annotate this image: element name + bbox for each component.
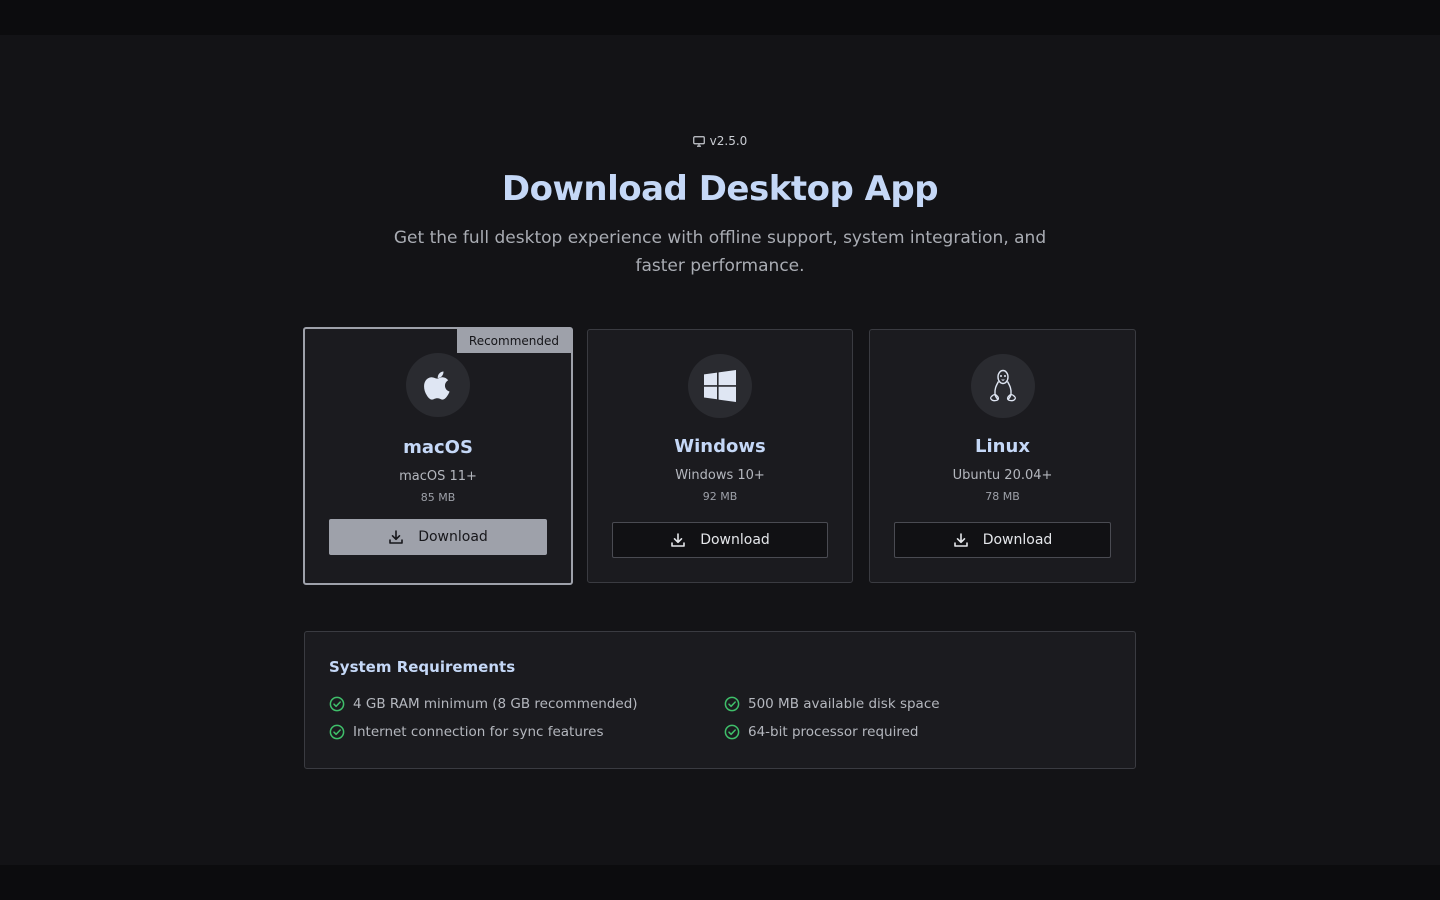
platform-card-windows: Windows Windows 10+ 92 MB Download — [587, 329, 853, 583]
requirement-text: 4 GB RAM minimum (8 GB recommended) — [353, 696, 638, 712]
version-text: v2.5.0 — [709, 134, 748, 148]
requirement-text: Internet connection for sync features — [353, 724, 604, 740]
download-button-label: Download — [700, 532, 770, 548]
main-content: v2.5.0 Download Desktop App Get the full… — [0, 35, 1440, 865]
platform-name: Windows — [674, 436, 766, 457]
platform-card-linux: Linux Ubuntu 20.04+ 78 MB Download — [869, 329, 1136, 583]
page-title: Download Desktop App — [501, 169, 939, 209]
platform-size: 85 MB — [420, 491, 456, 504]
platform-name: Linux — [975, 436, 1030, 457]
download-icon — [389, 530, 404, 544]
page-subtitle: Get the full desktop experience with off… — [393, 228, 1047, 276]
requirement-item: 64-bit processor required — [724, 724, 919, 740]
check-circle-icon — [329, 724, 345, 740]
requirement-item: 4 GB RAM minimum (8 GB recommended) — [329, 696, 638, 712]
download-icon — [953, 533, 968, 547]
windows-icon — [688, 354, 752, 418]
download-button-label: Download — [418, 529, 488, 545]
linux-icon — [970, 354, 1035, 418]
requirement-item: 500 MB available disk space — [724, 696, 940, 712]
download-button-macos[interactable]: Download — [329, 519, 547, 555]
platform-card-macos: Recommended macOS macOS 11+ 85 MB Downlo… — [303, 327, 573, 585]
version-label: v2.5.0 — [0, 133, 1440, 149]
requirement-item: Internet connection for sync features — [329, 724, 604, 740]
monitor-icon — [692, 135, 705, 147]
platform-size: 78 MB — [985, 490, 1020, 503]
platform-requirement: macOS 11+ — [399, 469, 477, 484]
bottom-bar — [0, 865, 1440, 900]
check-circle-icon — [724, 724, 740, 740]
download-button-windows[interactable]: Download — [612, 522, 828, 558]
platform-size: 92 MB — [702, 490, 738, 503]
system-requirements-title: System Requirements — [329, 658, 516, 676]
system-requirements-panel: System Requirements 4 GB RAM minimum (8 … — [304, 631, 1136, 769]
platform-requirement: Ubuntu 20.04+ — [952, 468, 1053, 483]
top-bar — [0, 0, 1440, 35]
platform-requirement: Windows 10+ — [675, 468, 765, 483]
download-button-linux[interactable]: Download — [894, 522, 1111, 558]
download-button-label: Download — [982, 532, 1053, 548]
platform-name: macOS — [403, 437, 473, 458]
requirement-text: 500 MB available disk space — [748, 696, 940, 712]
check-circle-icon — [329, 696, 345, 712]
download-icon — [671, 533, 686, 547]
recommended-badge: Recommended — [456, 329, 571, 353]
apple-icon — [406, 353, 470, 417]
check-circle-icon — [724, 696, 740, 712]
requirement-text: 64-bit processor required — [748, 724, 919, 740]
